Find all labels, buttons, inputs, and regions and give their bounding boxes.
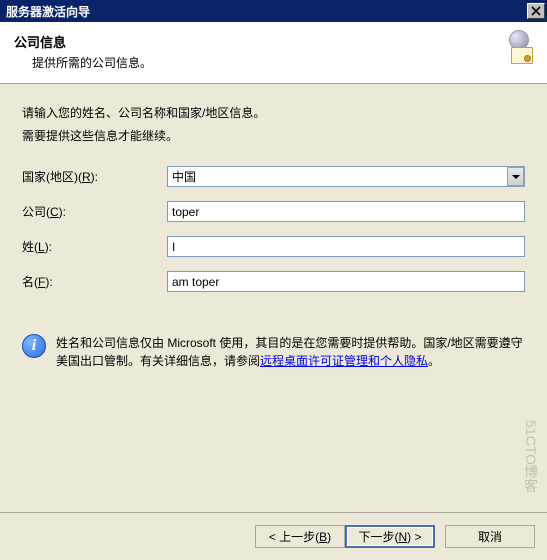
firstname-input[interactable] bbox=[167, 271, 525, 292]
cancel-button[interactable]: 取消 bbox=[445, 525, 535, 548]
label-company: 公司(C): bbox=[22, 203, 167, 220]
close-button[interactable] bbox=[527, 3, 545, 19]
wizard-icon bbox=[499, 30, 533, 64]
form-area: 国家(地区)(R): 中国 公司(C): 姓(L): 名(F): bbox=[22, 166, 525, 292]
window-title: 服务器激活向导 bbox=[6, 3, 90, 20]
company-input[interactable] bbox=[167, 201, 525, 222]
privacy-link[interactable]: 远程桌面许可证管理和个人隐私 bbox=[260, 354, 428, 368]
lastname-input[interactable] bbox=[167, 236, 525, 257]
intro-line-1: 请输入您的姓名、公司名称和国家/地区信息。 bbox=[22, 104, 525, 121]
intro-line-2: 需要提供这些信息才能继续。 bbox=[22, 127, 525, 144]
row-company: 公司(C): bbox=[22, 201, 525, 222]
page-title: 公司信息 bbox=[14, 32, 152, 51]
page-subtitle: 提供所需的公司信息。 bbox=[32, 54, 152, 71]
close-icon bbox=[531, 6, 541, 16]
country-select-value: 中国 bbox=[172, 168, 196, 185]
info-text: 姓名和公司信息仅由 Microsoft 使用，其目的是在您需要时提供帮助。国家/… bbox=[56, 334, 525, 370]
label-firstname: 名(F): bbox=[22, 273, 167, 290]
row-lastname: 姓(L): bbox=[22, 236, 525, 257]
label-country: 国家(地区)(R): bbox=[22, 168, 167, 185]
watermark: 51CTO博客 bbox=[521, 420, 541, 493]
body-area: 请输入您的姓名、公司名称和国家/地区信息。 需要提供这些信息才能继续。 国家(地… bbox=[0, 84, 547, 380]
back-button[interactable]: < 上一步(B) bbox=[255, 525, 345, 548]
header-area: 公司信息 提供所需的公司信息。 bbox=[0, 22, 547, 84]
row-firstname: 名(F): bbox=[22, 271, 525, 292]
info-block: i 姓名和公司信息仅由 Microsoft 使用，其目的是在您需要时提供帮助。国… bbox=[22, 334, 525, 370]
info-icon: i bbox=[22, 334, 46, 358]
titlebar: 服务器激活向导 bbox=[0, 0, 547, 22]
row-country: 国家(地区)(R): 中国 bbox=[22, 166, 525, 187]
button-bar: < 上一步(B) 下一步(N) > 取消 bbox=[0, 512, 547, 560]
country-select[interactable]: 中国 bbox=[167, 166, 525, 187]
next-button[interactable]: 下一步(N) > bbox=[345, 525, 435, 548]
label-lastname: 姓(L): bbox=[22, 238, 167, 255]
chevron-down-icon bbox=[507, 167, 524, 186]
